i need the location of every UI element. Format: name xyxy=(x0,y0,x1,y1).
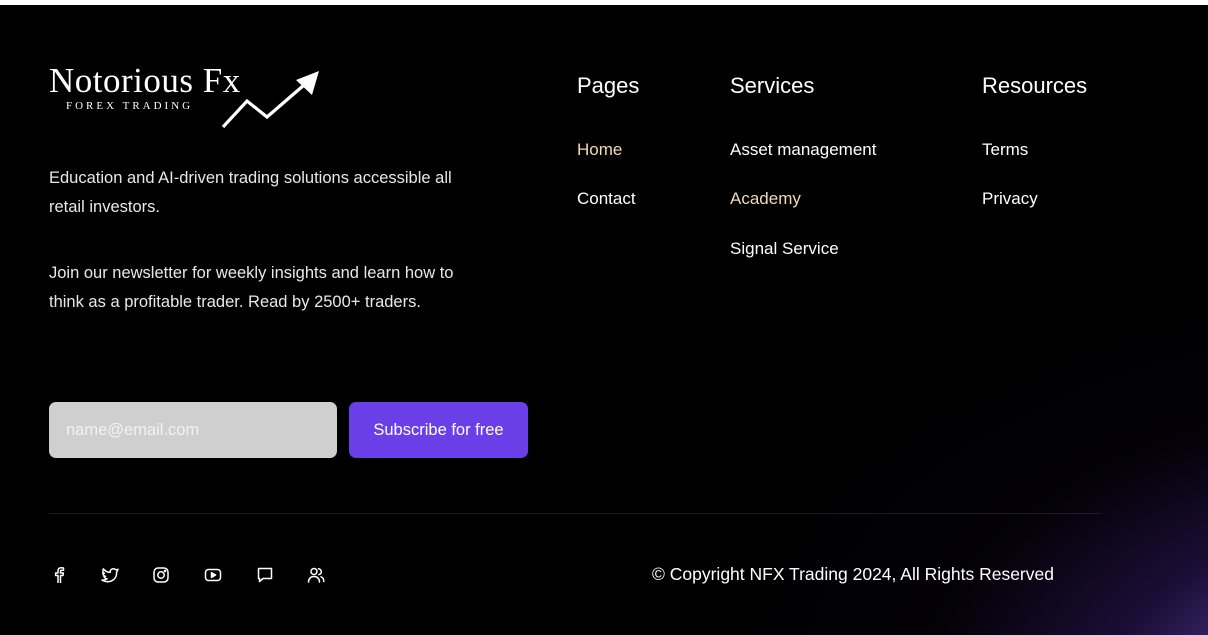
newsletter-description: Join our newsletter for weekly insights … xyxy=(49,264,454,311)
instagram-icon[interactable] xyxy=(151,565,171,585)
nav-link-asset-management[interactable]: Asset management xyxy=(730,140,876,160)
nav-link-terms[interactable]: Terms xyxy=(982,140,1028,160)
nav-link-contact[interactable]: Contact xyxy=(577,189,636,209)
brand-tagline: FOREX TRADING xyxy=(66,100,194,112)
twitter-icon[interactable] xyxy=(100,565,120,585)
copyright-text: © Copyright NFX Trading 2024, All Rights… xyxy=(652,564,1054,584)
services-heading: Services xyxy=(730,73,815,98)
email-input[interactable] xyxy=(49,402,337,458)
chat-icon[interactable] xyxy=(255,565,275,585)
facebook-icon[interactable] xyxy=(49,565,69,585)
community-icon[interactable] xyxy=(306,565,326,585)
resources-heading: Resources xyxy=(982,73,1088,98)
nav-link-home[interactable]: Home xyxy=(577,140,622,160)
nav-link-signal-service[interactable]: Signal Service xyxy=(730,239,839,259)
trend-arrow-icon xyxy=(221,71,319,129)
nav-link-privacy[interactable]: Privacy xyxy=(982,189,1038,209)
footer-divider xyxy=(49,513,1101,514)
site-footer: Notorious Fx FOREX TRADING Education and… xyxy=(0,5,1208,635)
pages-heading: Pages xyxy=(577,73,640,98)
youtube-icon[interactable] xyxy=(203,565,223,585)
nav-link-academy[interactable]: Academy xyxy=(730,189,801,209)
brand-logo[interactable]: Notorious Fx FOREX TRADING xyxy=(49,63,329,135)
brand-name: Notorious Fx xyxy=(49,61,241,100)
subscribe-button[interactable]: Subscribe for free xyxy=(349,402,528,458)
about-description: Education and AI-driven trading solution… xyxy=(49,169,452,216)
